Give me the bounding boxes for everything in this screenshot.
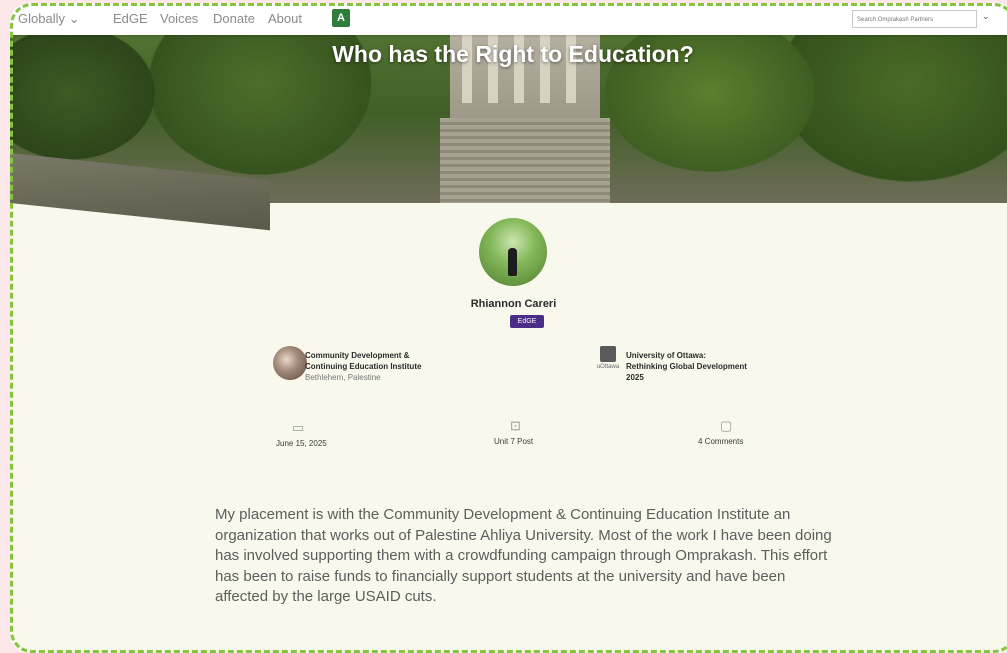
- university-logo[interactable]: uOttawa: [593, 346, 623, 380]
- university-logo-text: uOttawa: [596, 364, 620, 370]
- org-name-line1: Community Development &: [305, 351, 410, 360]
- building-icon: [600, 346, 616, 362]
- course-name-line1: University of Ottawa:: [626, 351, 707, 360]
- chevron-down-icon[interactable]: ⌄: [982, 11, 990, 22]
- course-year: 2025: [626, 373, 644, 382]
- hero-road: [10, 153, 270, 231]
- page-title: Who has the Right to Education?: [332, 41, 694, 67]
- author-avatar[interactable]: [479, 218, 547, 286]
- top-navigation: Globally ⌄ EdGE Voices Donate About A Se…: [10, 3, 1007, 35]
- author-name[interactable]: Rhiannon Careri: [10, 298, 1007, 310]
- comments-link[interactable]: 4 Comments: [698, 437, 743, 446]
- calendar-icon: ▭: [292, 420, 305, 435]
- hero-stairs: [440, 118, 610, 203]
- nav-about[interactable]: About: [268, 11, 302, 26]
- org-university-ottawa[interactable]: University of Ottawa: Rethinking Global …: [626, 350, 747, 383]
- post-body: My placement is with the Community Devel…: [215, 506, 832, 605]
- comment-icon: ▢: [720, 418, 733, 433]
- org-community-development[interactable]: Community Development & Continuing Educa…: [305, 350, 421, 383]
- nav-edge[interactable]: EdGE: [113, 11, 148, 26]
- unit-label[interactable]: Unit 7 Post: [494, 437, 533, 446]
- page-frame: Who has the Right to Education? Globally…: [10, 3, 1007, 653]
- book-icon: ⊡: [510, 418, 521, 433]
- org-location: Bethlehem, Palestine: [305, 373, 381, 382]
- post-date: June 15, 2025: [276, 439, 327, 448]
- nav-globally[interactable]: Globally ⌄: [18, 11, 79, 27]
- course-name-line2: Rethinking Global Development: [626, 362, 747, 371]
- search-partners-select[interactable]: Search Omprakash Partners: [852, 10, 977, 28]
- org-name-line2: Continuing Education Institute: [305, 362, 422, 371]
- nav-voices[interactable]: Voices: [160, 11, 198, 26]
- org-avatar[interactable]: [273, 346, 307, 380]
- edge-badge: EdGE: [510, 315, 544, 328]
- nav-donate[interactable]: Donate: [213, 11, 255, 26]
- translate-icon[interactable]: A: [332, 9, 350, 27]
